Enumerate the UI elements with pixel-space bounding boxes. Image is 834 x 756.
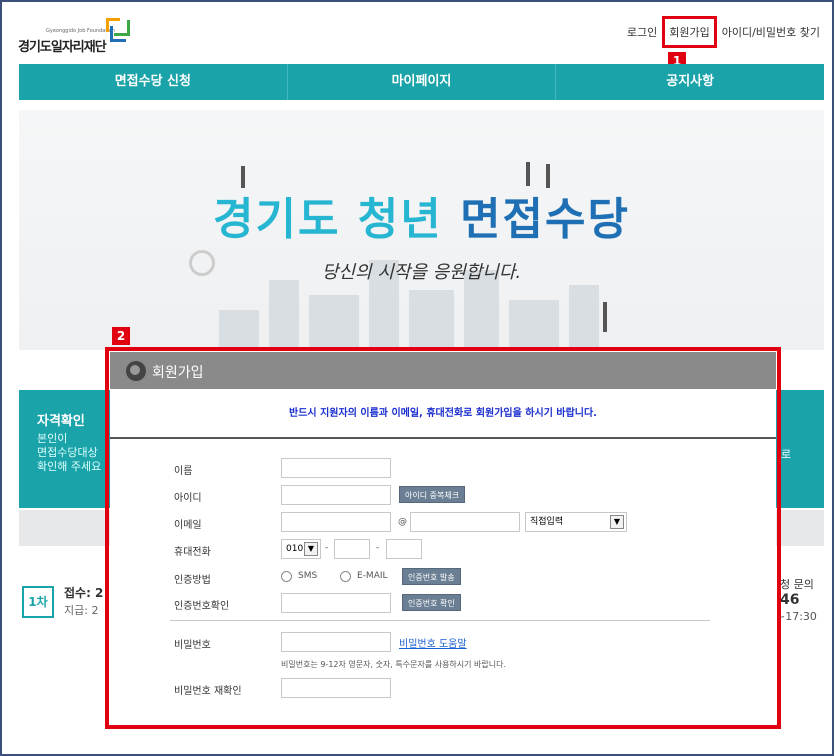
email-domain-select-value: 직접입력 (530, 517, 564, 527)
phone-label: 휴대전화 (174, 547, 211, 558)
highlight-box-1 (662, 16, 717, 48)
phone-row: 휴대전화 010 ▼ - - (110, 539, 776, 561)
city-building-icon (509, 300, 559, 350)
form-divider (170, 620, 710, 621)
password-confirm-input[interactable] (281, 678, 391, 698)
qualification-line: 확인해 주세요 (37, 460, 102, 473)
email-option-label: E-MAIL (357, 571, 388, 581)
phone-prefix-select[interactable]: 010 ▼ (281, 539, 321, 559)
confirm-code-button[interactable]: 인증번호 확인 (402, 594, 461, 611)
top-links: 로그인 회원가입 아이디/비밀번호 찾기 (627, 24, 820, 40)
hero-banner: 경기도 청년 면접수당 당신의 시작을 응원합니다. (19, 110, 824, 350)
inquiry-hours: ~17:30 (776, 610, 817, 623)
marker-2: 2 (112, 327, 130, 345)
city-building-icon (409, 290, 454, 350)
name-label: 이름 (174, 466, 193, 477)
modal-header: 회원가입 (110, 352, 776, 389)
email-domain-input[interactable] (410, 512, 520, 532)
id-input[interactable] (281, 485, 391, 505)
hero-subtitle: 당신의 시작을 응원합니다. (321, 262, 522, 283)
password-input[interactable] (281, 632, 391, 652)
phone-dash: - (376, 543, 380, 553)
signup-notice: 반드시 지원자의 이름과 이메일, 휴대전화로 회원가입을 하시기 바랍니다. (110, 389, 776, 439)
panel-right-text: 로 (781, 448, 792, 461)
password-confirm-row: 비밀번호 재확인 (110, 678, 776, 700)
payment-period: 지급: 2 (64, 604, 99, 617)
nav-interview-allowance-apply[interactable]: 면접수당 신청 (19, 64, 288, 100)
name-input[interactable] (281, 458, 391, 478)
password-row: 비밀번호 비밀번호 도움말 (110, 632, 776, 654)
phone-last-input[interactable] (386, 539, 422, 559)
main-nav: 면접수당 신청 마이페이지 공지사항 (19, 64, 824, 100)
id-label: 아이디 (174, 493, 202, 504)
email-local-input[interactable] (281, 512, 391, 532)
logo-mark-icon (106, 18, 132, 44)
qualification-line: 본인이 (37, 432, 68, 445)
email-domain-select[interactable]: 직접입력 ▼ (525, 512, 627, 532)
logo-english-text: Gyeonggido Job Foundation (46, 28, 115, 34)
email-at-sign: @ (398, 517, 407, 527)
sms-label: SMS (298, 571, 318, 581)
phone-middle-input[interactable] (334, 539, 370, 559)
qualification-line: 면접수당대상 (37, 446, 98, 459)
receipt-period: 접수: 2 (64, 586, 104, 600)
password-confirm-label: 비밀번호 재확인 (174, 686, 242, 697)
round-badge: 1차 (22, 586, 54, 618)
inquiry-label: 청 문의 (780, 578, 814, 591)
auth-confirm-label: 인증번호확인 (174, 601, 230, 612)
city-building-icon (309, 295, 359, 350)
logo[interactable]: Gyeonggido Job Foundation 경기도일자리재단 (18, 18, 138, 58)
nav-notice[interactable]: 공지사항 (556, 64, 824, 100)
logo-korean-text: 경기도일자리재단 (18, 40, 107, 55)
password-help-link[interactable]: 비밀번호 도움말 (399, 635, 467, 650)
modal-title: 회원가입 (152, 365, 204, 381)
inquiry-phone: 46 (780, 592, 800, 608)
password-label: 비밀번호 (174, 640, 211, 651)
find-id-password-link[interactable]: 아이디/비밀번호 찾기 (722, 24, 820, 40)
email-label: 이메일 (174, 520, 202, 531)
chevron-down-icon: ▼ (304, 542, 318, 556)
auth-code-input[interactable] (281, 593, 391, 613)
email-radio[interactable] (340, 571, 351, 582)
hero-title: 경기도 청년 면접수당 (19, 183, 824, 247)
speech-bubble-icon (126, 361, 146, 381)
hero-title-part1: 경기도 청년 (213, 194, 443, 245)
name-row: 이름 (110, 458, 776, 480)
hero-title-part2: 면접수당 (460, 194, 630, 245)
chevron-down-icon: ▼ (610, 515, 624, 529)
login-link[interactable]: 로그인 (627, 24, 657, 40)
auth-confirm-row: 인증번호확인 인증번호 확인 (110, 593, 776, 615)
qualification-title: 자격확인 (37, 414, 85, 429)
auth-method-label: 인증방법 (174, 575, 211, 586)
person-figure-icon (603, 302, 607, 332)
auth-method-row: 인증방법 SMS E-MAIL 인증번호 발송 (110, 567, 776, 589)
id-duplicate-check-button[interactable]: 아이디 중복체크 (399, 486, 466, 503)
email-row: 이메일 @ 직접입력 ▼ (110, 512, 776, 534)
nav-mypage[interactable]: 마이페이지 (288, 64, 557, 100)
phone-prefix-value: 010 (286, 544, 304, 554)
browser-frame: Gyeonggido Job Foundation 경기도일자리재단 로그인 회… (0, 0, 834, 756)
city-building-icon (219, 310, 259, 350)
city-building-icon (269, 280, 299, 350)
city-building-icon (569, 285, 599, 350)
sms-radio[interactable] (281, 571, 292, 582)
phone-dash: - (325, 543, 329, 553)
password-hint: 비밀번호는 9-12자 영문자, 숫자, 특수문자를 사용하시기 바랍니다. (281, 660, 507, 669)
send-code-button[interactable]: 인증번호 발송 (402, 568, 461, 585)
id-row: 아이디 아이디 중복체크 (110, 485, 776, 507)
qualification-text: 본인이 면접수당대상 확인해 주세요 (37, 432, 101, 474)
signup-modal: 회원가입 반드시 지원자의 이름과 이메일, 휴대전화로 회원가입을 하시기 바… (110, 352, 776, 725)
